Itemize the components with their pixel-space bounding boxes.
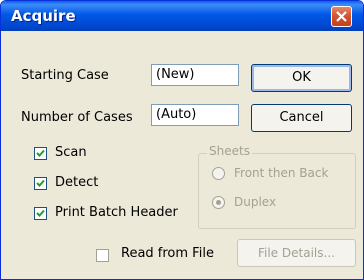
duplex-radio[interactable]	[212, 196, 225, 209]
radio-selected-dot	[216, 200, 221, 205]
title-bar[interactable]: Acquire	[1, 1, 363, 31]
read-from-file-checkbox[interactable]	[96, 249, 109, 262]
front-then-back-radio[interactable]	[212, 167, 225, 180]
checkmark-icon	[36, 209, 45, 217]
scan-checkbox[interactable]	[34, 147, 47, 160]
close-button[interactable]	[331, 6, 352, 27]
detect-checkbox[interactable]	[34, 177, 47, 190]
number-of-cases-label: Number of Cases	[21, 110, 133, 125]
read-from-file-label[interactable]: Read from File	[121, 246, 214, 261]
checkmark-icon	[36, 179, 45, 187]
duplex-label[interactable]: Duplex	[234, 195, 276, 209]
cancel-button[interactable]: Cancel	[251, 104, 352, 132]
scan-label[interactable]: Scan	[55, 145, 87, 160]
front-then-back-label[interactable]: Front then Back	[234, 166, 328, 180]
sheets-group-label: Sheets	[207, 144, 252, 158]
checkmark-icon	[36, 149, 45, 157]
starting-case-field[interactable]: (New)	[151, 64, 239, 86]
dialog-title: Acquire	[11, 7, 76, 25]
ok-button[interactable]: OK	[251, 64, 352, 92]
close-icon	[336, 11, 347, 22]
number-of-cases-field[interactable]: (Auto)	[151, 104, 239, 126]
print-batch-header-label[interactable]: Print Batch Header	[55, 205, 178, 220]
print-batch-header-checkbox[interactable]	[34, 207, 47, 220]
sheets-group	[198, 153, 356, 229]
file-details-button[interactable]: File Details...	[237, 239, 356, 267]
starting-case-label: Starting Case	[21, 68, 109, 83]
acquire-dialog: Acquire Starting Case (New) Number of Ca…	[0, 0, 364, 280]
detect-label[interactable]: Detect	[55, 175, 98, 190]
